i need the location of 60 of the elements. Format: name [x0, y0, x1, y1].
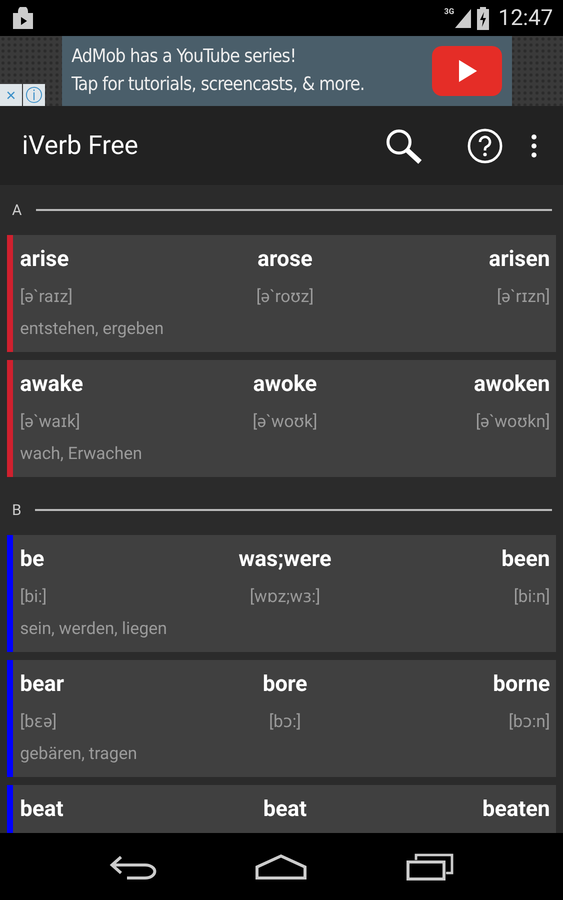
back-button[interactable]	[108, 854, 157, 880]
verb-card[interactable]: arise arose arisen [ə`raɪz] [ə`roʊz] [ə`rɪzn] entstehen, ergeben	[7, 235, 556, 352]
verb-form: bear	[20, 671, 66, 699]
verb-form: arise	[20, 246, 70, 274]
verb-form: awake	[20, 371, 84, 399]
ad-text: Tap for tutorials, screencasts, & more.	[72, 73, 366, 97]
phonetic-text: [bɔ:n]	[508, 711, 550, 734]
translation-text: sein, werden, liegen	[20, 619, 168, 639]
verb-card[interactable]: be was;were been [bi:] [wɒz;wɜ:] [bi:n] sein, werden, liegen	[7, 535, 556, 652]
play-icon	[432, 46, 502, 96]
verb-form: was;were	[238, 546, 332, 574]
phonetic-text: [ə`woʊk]	[252, 411, 318, 434]
help-icon	[467, 128, 503, 164]
verb-card[interactable]: beat beat beaten	[7, 785, 556, 833]
verb-form: awoke	[253, 371, 317, 399]
phonetic-text: [ə`waɪk]	[20, 411, 82, 434]
help-button[interactable]	[467, 128, 503, 164]
verb-form: been	[502, 546, 550, 574]
verb-form: beaten	[482, 796, 550, 824]
ad-text: AdMob has a YouTube series!	[72, 45, 297, 69]
verb-form: beat	[20, 796, 64, 824]
back-icon	[108, 854, 157, 880]
home-icon	[254, 854, 308, 880]
phonetic-text: [ə`raɪz]	[20, 286, 74, 309]
phonetic-text: [wɒz;wɜ:]	[250, 586, 320, 609]
verb-card[interactable]: bear bore borne [bɛə] [bɔ:] [bɔ:n] gebären, tragen	[7, 660, 556, 777]
shopping-bag-icon	[12, 7, 34, 29]
section-letter: A	[12, 201, 22, 219]
home-button[interactable]	[254, 854, 308, 880]
phonetic-text: [bɛə]	[20, 711, 58, 734]
phonetic-text: [bi:n]	[514, 586, 550, 609]
recent-apps-button[interactable]	[406, 852, 454, 880]
phonetic-text: [ə`rɪzn]	[496, 286, 550, 309]
search-icon	[385, 128, 423, 164]
verb-form: arisen	[488, 246, 550, 274]
recent-apps-icon	[406, 852, 454, 880]
verb-form: awoken	[474, 371, 550, 399]
verb-form: borne	[492, 671, 550, 699]
clock: 12:47	[498, 6, 553, 30]
translation-text: gebären, tragen	[20, 744, 138, 764]
phonetic-text: [bi:]	[20, 586, 48, 609]
verb-form: arose	[257, 246, 313, 274]
phonetic-text: [bɔ:]	[268, 711, 302, 734]
phonetic-text: [ə`woʊkn]	[476, 411, 550, 434]
verb-form: be	[20, 546, 46, 574]
ad-banner[interactable]: AdMob has a YouTube series! Tap for tutorials, screencasts, & more.	[62, 36, 512, 106]
search-button[interactable]	[385, 128, 423, 164]
verb-form: bore	[262, 671, 308, 699]
signal-icon	[454, 7, 472, 29]
app-title: iVerb Free	[22, 130, 140, 160]
section-letter: B	[12, 501, 22, 519]
network-type: 3G	[444, 7, 454, 16]
translation-text: entstehen, ergeben	[20, 319, 165, 339]
menu-button[interactable]	[531, 134, 537, 158]
battery-icon	[476, 6, 490, 30]
verb-card[interactable]: awake awoke awoken [ə`waɪk] [ə`woʊk] [ə`woʊkn] wach, Erwachen	[7, 360, 556, 477]
verb-form: beat	[263, 796, 307, 824]
translation-text: wach, Erwachen	[20, 444, 144, 464]
overflow-menu-icon	[531, 134, 537, 158]
phonetic-text: [ə`roʊz]	[256, 286, 314, 309]
